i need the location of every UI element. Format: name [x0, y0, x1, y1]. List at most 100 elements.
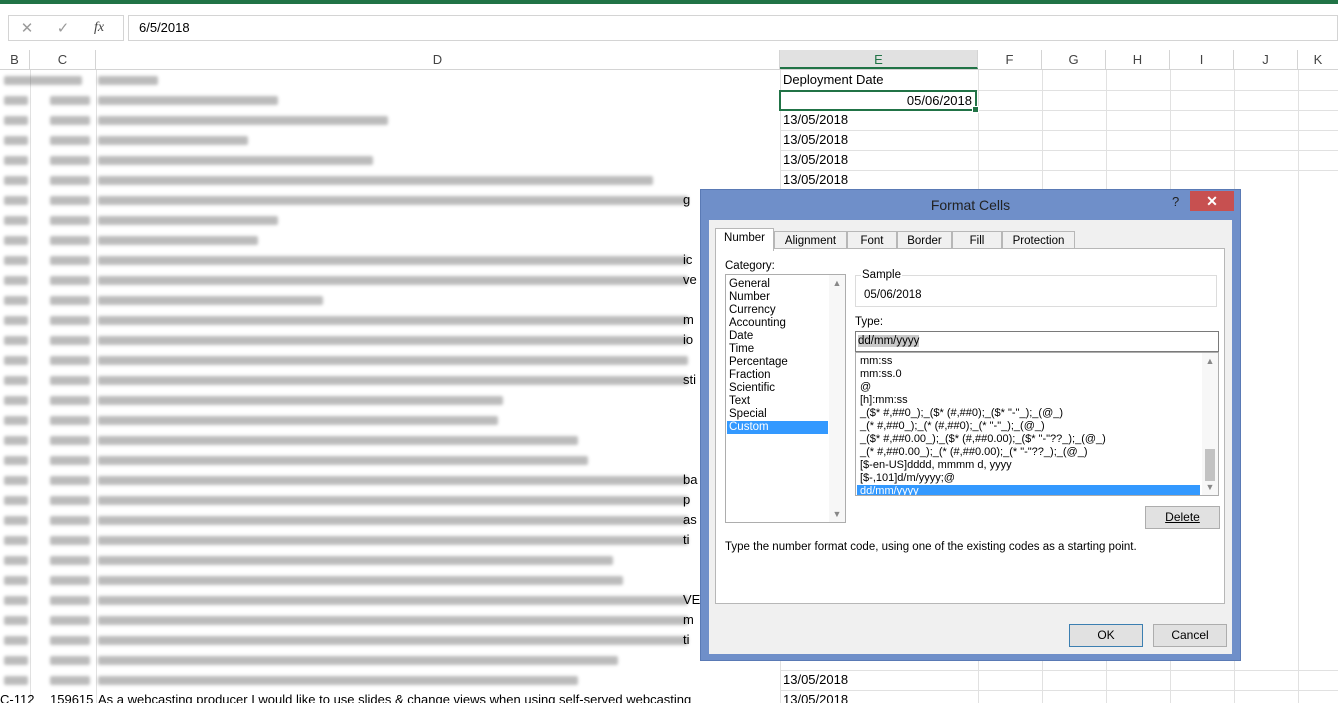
dialog-body: Number Alignment Font Border Fill Protec…	[709, 220, 1232, 654]
type-scrollbar[interactable]: ▲ ▼	[1202, 353, 1218, 495]
format-cells-dialog: Format Cells ? ✕ Number Alignment Font B…	[700, 189, 1241, 661]
scroll-down-icon[interactable]: ▼	[829, 506, 845, 522]
insert-function-icon[interactable]: fx	[81, 20, 117, 36]
fill-handle[interactable]	[972, 106, 979, 113]
cancel-icon[interactable]: ✕	[9, 19, 45, 37]
redacted-text	[4, 76, 82, 85]
list-item[interactable]: mm:ss	[857, 355, 1200, 368]
list-item[interactable]: _($* #,##0.00_);_($* (#,##0.00);_($* "-"…	[857, 433, 1200, 446]
formula-bar: ✕ ✓ fx 6/5/2018	[0, 4, 1338, 50]
overflow-text: sti	[683, 372, 696, 387]
overflow-text: VE	[683, 592, 701, 607]
category-label: Category:	[725, 260, 775, 272]
list-item[interactable]: [$-en-US]dddd, mmmm d, yyyy	[857, 459, 1200, 472]
number-tab-panel: Category: General Number Currency Accoun…	[715, 248, 1225, 604]
scroll-thumb[interactable]	[1205, 449, 1215, 481]
type-label: Type:	[855, 316, 884, 328]
overflow-text: as	[683, 512, 697, 527]
delete-button-label: Delete	[1165, 510, 1200, 524]
cell-e-value[interactable]: 13/05/2018	[783, 152, 848, 168]
column-header-g[interactable]: G	[1042, 50, 1106, 69]
overflow-text: m	[683, 612, 694, 627]
list-item[interactable]: Scientific	[727, 382, 828, 395]
list-item[interactable]: Date	[727, 330, 828, 343]
category-list[interactable]: General Number Currency Accounting Date …	[725, 274, 846, 523]
table-row: 13/05/2018	[0, 130, 1338, 150]
list-item[interactable]: [$-,101]d/m/yyyy;@	[857, 472, 1200, 485]
column-header-j[interactable]: J	[1234, 50, 1298, 69]
list-item[interactable]: _(* #,##0.00_);_(* (#,##0.00);_(* "-"??_…	[857, 446, 1200, 459]
cell-e-value[interactable]: 13/05/2018	[783, 672, 848, 688]
type-list[interactable]: mm:ss mm:ss.0 @ [h]:mm:ss _($* #,##0_);_…	[855, 352, 1219, 496]
list-item[interactable]: [h]:mm:ss	[857, 394, 1200, 407]
list-item[interactable]: Accounting	[727, 317, 828, 330]
table-row: Deployment Date	[0, 70, 1338, 90]
sample-value: 05/06/2018	[864, 289, 922, 301]
type-input[interactable]: dd/mm/yyyy	[855, 331, 1219, 352]
cell-e-value[interactable]: 13/05/2018	[783, 132, 848, 148]
sample-group: Sample 05/06/2018	[855, 269, 1217, 307]
type-input-value: dd/mm/yyyy	[858, 335, 920, 347]
scroll-up-icon[interactable]: ▲	[1202, 353, 1218, 369]
active-cell-value: 05/06/2018	[906, 93, 972, 108]
dialog-title: Format Cells	[930, 197, 1011, 213]
overflow-text: ic	[683, 252, 693, 267]
overflow-text: ti	[683, 532, 690, 547]
list-item[interactable]: Special	[727, 408, 828, 421]
table-row	[0, 90, 1338, 110]
list-item[interactable]: Time	[727, 343, 828, 356]
column-header-f[interactable]: F	[978, 50, 1042, 69]
scroll-up-icon[interactable]: ▲	[829, 275, 845, 291]
list-item[interactable]: Number	[727, 291, 828, 304]
cell-b-value[interactable]: C-112	[0, 692, 34, 703]
cancel-button[interactable]: Cancel	[1153, 624, 1227, 647]
column-header-i[interactable]: I	[1170, 50, 1234, 69]
overflow-text: p	[683, 492, 691, 507]
table-row: 13/05/2018	[0, 170, 1338, 190]
table-row: C-112 159615 As a webcasting producer I …	[0, 690, 1338, 703]
column-header-k[interactable]: K	[1298, 50, 1338, 69]
close-icon[interactable]: ✕	[1190, 191, 1234, 211]
column-header-h[interactable]: H	[1106, 50, 1170, 69]
overflow-text: ba	[683, 472, 698, 487]
overflow-text: ve	[683, 272, 697, 287]
list-item[interactable]: Fraction	[727, 369, 828, 382]
list-item[interactable]: Percentage	[727, 356, 828, 369]
overflow-text: io	[683, 332, 694, 347]
cell-d-value[interactable]: As a webcasting producer I would like to…	[98, 692, 691, 703]
formula-input[interactable]: 6/5/2018	[128, 15, 1338, 41]
overflow-text: m	[683, 312, 694, 327]
list-item[interactable]: Text	[727, 395, 828, 408]
active-cell-e[interactable]: 05/06/2018	[779, 90, 979, 113]
check-icon[interactable]: ✓	[45, 19, 81, 37]
hint-text: Type the number format code, using one o…	[725, 541, 1137, 553]
tab-number[interactable]: Number	[715, 228, 774, 251]
cell-e-value[interactable]: 13/05/2018	[783, 692, 848, 703]
cell-c-value[interactable]: 159615	[50, 692, 93, 703]
sample-label: Sample	[861, 269, 902, 281]
list-item-selected[interactable]: Custom	[727, 421, 828, 434]
list-item[interactable]: Currency	[727, 304, 828, 317]
list-item[interactable]: @	[857, 381, 1200, 394]
column-header-c[interactable]: C	[30, 50, 96, 69]
list-item-selected[interactable]: dd/mm/yyyy	[857, 485, 1200, 495]
list-item[interactable]: _(* #,##0_);_(* (#,##0);_(* "-"_);_(@_)	[857, 420, 1200, 433]
cell-e-header[interactable]: Deployment Date	[783, 72, 883, 88]
list-item[interactable]: mm:ss.0	[857, 368, 1200, 381]
table-row: 13/05/2018	[0, 670, 1338, 690]
column-header-d[interactable]: D	[96, 50, 780, 69]
overflow-text: g	[683, 192, 691, 207]
table-row: 13/05/2018	[0, 150, 1338, 170]
help-icon[interactable]: ?	[1172, 194, 1179, 209]
cell-e-value[interactable]: 13/05/2018	[783, 112, 848, 128]
cell-e-value[interactable]: 13/05/2018	[783, 172, 848, 188]
scroll-down-icon[interactable]: ▼	[1202, 479, 1218, 495]
delete-button[interactable]: Delete	[1145, 506, 1220, 529]
list-item[interactable]: General	[727, 278, 828, 291]
category-scrollbar[interactable]: ▲ ▼	[829, 275, 845, 522]
list-item[interactable]: _($* #,##0_);_($* (#,##0);_($* "-"_);_(@…	[857, 407, 1200, 420]
column-header-e[interactable]: E	[780, 50, 978, 69]
ok-button[interactable]: OK	[1069, 624, 1143, 647]
column-header-b[interactable]: B	[0, 50, 30, 69]
table-row: 13/05/2018	[0, 110, 1338, 130]
